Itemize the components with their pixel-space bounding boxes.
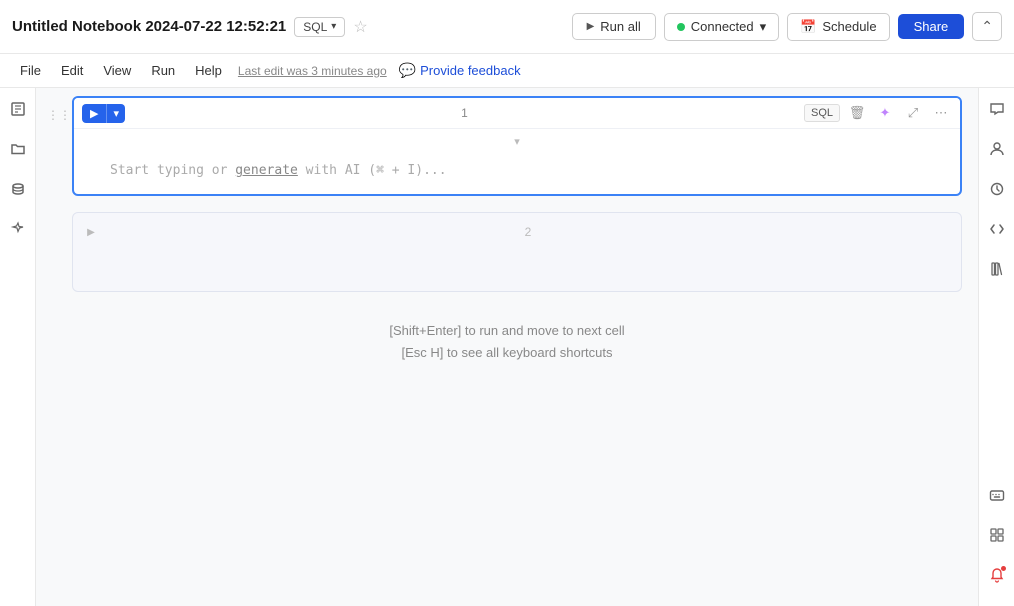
cell-1-delete-icon[interactable]: 🗑 bbox=[846, 102, 868, 124]
chevron-up-icon: ⌃ bbox=[981, 18, 993, 34]
cell-2[interactable]: ▶ 2 bbox=[72, 212, 962, 292]
cell-2-toolbar: ▶ 2 bbox=[73, 213, 961, 251]
right-sidebar-comment-icon[interactable] bbox=[986, 98, 1008, 120]
cell-1-run-group: ▶ ▾ bbox=[82, 104, 125, 123]
top-actions: ▶ Run all Connected ▾ 📅 Schedule Share ⌃ bbox=[572, 12, 1002, 41]
cell-1-type-badge[interactable]: SQL bbox=[804, 104, 840, 122]
cell-1[interactable]: ▶ ▾ 1 SQL 🗑 ✦ ⤢ ⋯ ▾ Start typing or gene… bbox=[72, 96, 962, 196]
feedback-link[interactable]: 💬 Provide feedback bbox=[399, 62, 521, 79]
menu-view[interactable]: View bbox=[95, 59, 139, 82]
share-button[interactable]: Share bbox=[898, 14, 965, 39]
menu-edit[interactable]: Edit bbox=[53, 59, 91, 82]
right-sidebar-keyboard-icon[interactable] bbox=[986, 484, 1008, 506]
feedback-label: Provide feedback bbox=[420, 63, 520, 78]
cell-1-expand-icon[interactable]: ⤢ bbox=[902, 102, 924, 124]
cell-2-run-button[interactable]: ▶ bbox=[83, 224, 99, 240]
cell-1-run-dropdown[interactable]: ▾ bbox=[106, 104, 125, 123]
cell-1-run-button[interactable]: ▶ bbox=[82, 104, 106, 123]
notification-badge bbox=[1001, 566, 1006, 571]
cell-1-drag-handle[interactable]: ⋮⋮ bbox=[52, 96, 66, 122]
right-sidebar-history-icon[interactable] bbox=[986, 178, 1008, 200]
star-icon[interactable]: ☆ bbox=[353, 17, 367, 37]
sidebar-icon-ai[interactable] bbox=[7, 218, 29, 240]
right-sidebar-notification-icon[interactable] bbox=[986, 564, 1008, 586]
cell-1-ai-icon[interactable]: ✦ bbox=[874, 102, 896, 124]
schedule-button[interactable]: 📅 Schedule bbox=[787, 13, 889, 41]
cell-1-collapse-arrow[interactable]: ▾ bbox=[74, 129, 960, 154]
connected-button[interactable]: Connected ▾ bbox=[664, 13, 779, 41]
cell-1-wrapper: ⋮⋮ ▶ ▾ 1 SQL 🗑 ✦ ⤢ ⋯ ▾ bbox=[36, 88, 978, 204]
main-layout: ⋮⋮ ▶ ▾ 1 SQL 🗑 ✦ ⤢ ⋯ ▾ bbox=[0, 88, 1014, 606]
title-section: Untitled Notebook 2024-07-22 12:52:21 SQ… bbox=[12, 17, 564, 37]
sidebar-icon-folder[interactable] bbox=[7, 138, 29, 160]
right-sidebar-code-icon[interactable] bbox=[986, 218, 1008, 240]
sidebar-icon-notebook[interactable] bbox=[7, 98, 29, 120]
calendar-icon: 📅 bbox=[800, 19, 816, 35]
cell-1-container: ▶ ▾ 1 SQL 🗑 ✦ ⤢ ⋯ ▾ Start typing or gene… bbox=[72, 96, 962, 196]
right-sidebar-library-icon[interactable] bbox=[986, 258, 1008, 280]
right-sidebar-bottom bbox=[986, 484, 1008, 596]
sidebar-icon-database[interactable] bbox=[7, 178, 29, 200]
hints-area: [Shift+Enter] to run and move to next ce… bbox=[36, 300, 978, 384]
run-all-label: Run all bbox=[600, 19, 640, 34]
menu-bar: File Edit View Run Help Last edit was 3 … bbox=[0, 54, 1014, 88]
right-sidebar-user-icon[interactable] bbox=[986, 138, 1008, 160]
feedback-icon: 💬 bbox=[399, 62, 416, 79]
connected-dot bbox=[677, 23, 685, 31]
menu-file[interactable]: File bbox=[12, 59, 49, 82]
connected-chevron-icon: ▾ bbox=[760, 19, 767, 35]
schedule-label: Schedule bbox=[822, 19, 876, 34]
left-sidebar bbox=[0, 88, 36, 606]
top-bar: Untitled Notebook 2024-07-22 12:52:21 SQ… bbox=[0, 0, 1014, 54]
right-sidebar bbox=[978, 88, 1014, 606]
menu-run[interactable]: Run bbox=[143, 59, 183, 82]
hint-line-1: [Shift+Enter] to run and move to next ce… bbox=[56, 320, 958, 342]
cell-1-number: 1 bbox=[131, 106, 798, 120]
content-area: ⋮⋮ ▶ ▾ 1 SQL 🗑 ✦ ⤢ ⋯ ▾ bbox=[36, 88, 978, 606]
menu-help[interactable]: Help bbox=[187, 59, 230, 82]
cell-1-more-icon[interactable]: ⋯ bbox=[930, 102, 952, 124]
sql-badge-label: SQL bbox=[303, 20, 327, 34]
share-label: Share bbox=[914, 19, 949, 34]
connected-label: Connected bbox=[691, 19, 754, 34]
cell-1-generate-link[interactable]: generate bbox=[235, 163, 298, 178]
cell-2-number: 2 bbox=[105, 225, 951, 239]
cell-2-body[interactable] bbox=[73, 251, 961, 291]
cell-2-wrapper: ⋮⋮ ▶ 2 bbox=[36, 204, 978, 300]
sql-badge-button[interactable]: SQL ▾ bbox=[294, 17, 345, 37]
last-edit-text[interactable]: Last edit was 3 minutes ago bbox=[238, 64, 387, 78]
cell-2-container: ▶ 2 bbox=[72, 212, 962, 292]
cell-1-placeholder: Start typing or generate with AI (⌘ + I)… bbox=[110, 163, 447, 178]
notebook-title: Untitled Notebook 2024-07-22 12:52:21 bbox=[12, 18, 286, 35]
collapse-button[interactable]: ⌃ bbox=[972, 12, 1002, 41]
play-icon: ▶ bbox=[587, 21, 595, 32]
sql-dropdown-icon: ▾ bbox=[331, 21, 336, 32]
hint-line-2: [Esc H] to see all keyboard shortcuts bbox=[56, 342, 958, 364]
cell-1-toolbar: ▶ ▾ 1 SQL 🗑 ✦ ⤢ ⋯ bbox=[74, 98, 960, 129]
right-sidebar-grid-icon[interactable] bbox=[986, 524, 1008, 546]
run-all-button[interactable]: ▶ Run all bbox=[572, 13, 656, 40]
cell-1-body[interactable]: Start typing or generate with AI (⌘ + I)… bbox=[74, 154, 960, 194]
